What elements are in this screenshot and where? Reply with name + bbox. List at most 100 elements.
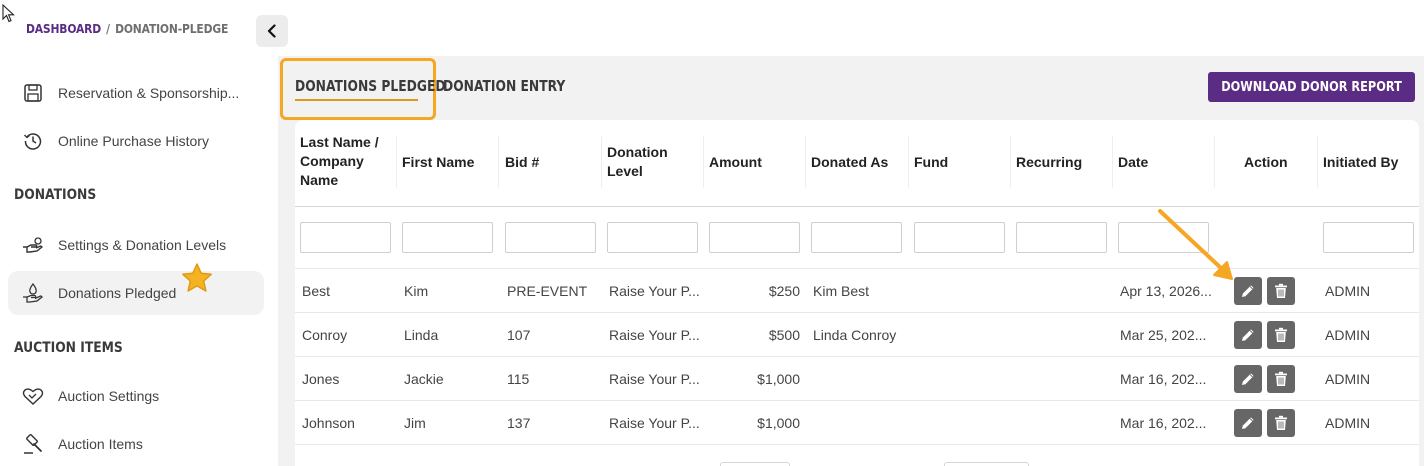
gavel-icon xyxy=(20,431,46,457)
cell-amount: $500 xyxy=(768,327,800,343)
column-header-initiated-by[interactable]: Initiated By xyxy=(1323,153,1398,172)
column-divider xyxy=(1010,136,1011,188)
trash-icon xyxy=(1275,327,1287,342)
pencil-icon xyxy=(1242,329,1254,341)
delete-button[interactable] xyxy=(1267,409,1295,437)
cell-date: Mar 16, 202... xyxy=(1120,415,1207,431)
pencil-icon xyxy=(1242,285,1254,297)
filter-fund-input[interactable] xyxy=(914,222,1005,253)
filter-donated-as-input[interactable] xyxy=(811,222,902,253)
handshake-heart-icon xyxy=(20,383,46,409)
column-header-donation-level[interactable]: Donation Level xyxy=(607,143,687,181)
sidebar-item-auction-items[interactable]: Auction Items xyxy=(8,422,264,466)
cell-donation-level: Raise Your P... xyxy=(609,415,700,431)
cell-last-name: Johnson xyxy=(302,415,355,431)
column-divider xyxy=(1214,136,1215,188)
column-header-last-name[interactable]: Last Name / Company Name xyxy=(300,133,392,190)
cell-donation-level: Raise Your P... xyxy=(609,283,700,299)
cell-initiated-by: ADMIN xyxy=(1325,283,1371,299)
column-header-fund[interactable]: Fund xyxy=(914,153,948,172)
hand-droplet-icon xyxy=(20,280,46,306)
edit-button[interactable] xyxy=(1234,365,1262,393)
mouse-cursor-icon xyxy=(2,4,15,23)
column-header-amount[interactable]: Amount xyxy=(709,153,762,172)
filter-initiated-by-input[interactable] xyxy=(1323,222,1414,253)
delete-button[interactable] xyxy=(1267,365,1295,393)
sidebar-item-settings-donation-levels[interactable]: Settings & Donation Levels xyxy=(8,223,264,267)
sidebar-item-auction-settings[interactable]: Auction Settings xyxy=(8,374,264,418)
sidebar-item-donations-pledged[interactable]: Donations Pledged xyxy=(8,271,264,315)
pencil-icon xyxy=(1242,373,1254,385)
row-divider xyxy=(295,268,1419,269)
sidebar-item-label: Online Purchase History xyxy=(58,133,209,149)
cell-first-name: Jackie xyxy=(404,371,444,387)
filter-recurring-input[interactable] xyxy=(1016,222,1107,253)
download-donor-report-button[interactable]: DOWNLOAD DONOR REPORT xyxy=(1208,72,1415,102)
column-divider xyxy=(805,136,806,188)
column-header-first-name[interactable]: First Name xyxy=(402,153,474,172)
column-header-date[interactable]: Date xyxy=(1118,153,1148,172)
breadcrumb-dashboard-link[interactable]: DASHBOARD xyxy=(26,21,101,36)
cell-date: Apr 13, 2026... xyxy=(1120,283,1212,299)
tab-donation-entry[interactable]: DONATION ENTRY xyxy=(443,77,565,95)
section-title-auction-items: AUCTION ITEMS xyxy=(14,340,123,356)
hand-coin-icon xyxy=(20,232,46,258)
pager-control[interactable] xyxy=(720,462,790,466)
cell-last-name: Jones xyxy=(302,371,340,387)
pencil-icon xyxy=(1242,417,1254,429)
column-divider xyxy=(703,136,704,188)
row-divider xyxy=(295,312,1419,313)
filter-first-name-input[interactable] xyxy=(402,222,493,253)
filter-donation-level-input[interactable] xyxy=(607,222,698,253)
annotation-arrow-icon xyxy=(1158,209,1233,280)
edit-button[interactable] xyxy=(1234,409,1262,437)
cell-date: Mar 25, 202... xyxy=(1120,327,1207,343)
column-divider xyxy=(601,136,602,188)
filter-last-name-input[interactable] xyxy=(300,222,391,253)
tab-donations-pledged[interactable]: DONATIONS PLEDGED xyxy=(295,77,446,95)
column-divider xyxy=(498,136,499,188)
cell-amount: $1,000 xyxy=(757,371,800,387)
column-header-donated-as[interactable]: Donated As xyxy=(811,153,888,172)
sidebar-item-label: Auction Items xyxy=(58,436,143,452)
column-header-bid[interactable]: Bid # xyxy=(505,153,539,172)
row-divider xyxy=(295,400,1419,401)
breadcrumb-separator: / xyxy=(106,21,110,36)
filter-amount-input[interactable] xyxy=(709,222,800,253)
column-divider xyxy=(396,136,397,188)
top-bar xyxy=(278,0,1424,56)
sidebar-item-reservation-sponsorship[interactable]: Reservation & Sponsorship... xyxy=(8,71,264,115)
cell-bid: 107 xyxy=(507,327,531,343)
column-divider xyxy=(1317,136,1318,188)
cell-last-name: Best xyxy=(302,283,331,299)
sidebar-item-online-purchase-history[interactable]: Online Purchase History xyxy=(8,119,264,163)
pager-control[interactable] xyxy=(944,462,1029,466)
collapse-sidebar-button[interactable] xyxy=(256,15,288,47)
trash-icon xyxy=(1275,371,1287,386)
floppy-disk-icon xyxy=(20,80,46,106)
column-header-recurring[interactable]: Recurring xyxy=(1016,153,1082,172)
download-button-label: DOWNLOAD DONOR REPORT xyxy=(1221,79,1402,95)
cell-donated-as: Linda Conroy xyxy=(813,327,897,343)
sidebar-item-label: Donations Pledged xyxy=(58,285,177,301)
star-highlight-icon xyxy=(182,263,212,292)
cell-last-name: Conroy xyxy=(302,327,348,343)
section-title-donations: DONATIONS xyxy=(14,187,97,203)
cell-first-name: Jim xyxy=(404,415,426,431)
history-clock-icon xyxy=(20,128,46,154)
column-divider xyxy=(1112,136,1113,188)
column-header-action: Action xyxy=(1244,154,1288,170)
delete-button[interactable] xyxy=(1267,277,1295,305)
breadcrumb-current: DONATION-PLEDGE xyxy=(115,21,229,36)
edit-button[interactable] xyxy=(1234,321,1262,349)
trash-icon xyxy=(1275,415,1287,430)
sidebar-item-label: Reservation & Sponsorship... xyxy=(58,85,240,101)
cell-bid: PRE-EVENT xyxy=(507,283,588,299)
filter-bid-input[interactable] xyxy=(505,222,596,253)
cell-first-name: Kim xyxy=(404,283,429,299)
cell-initiated-by: ADMIN xyxy=(1325,371,1371,387)
cell-first-name: Linda xyxy=(404,327,439,343)
cell-bid: 137 xyxy=(507,415,531,431)
active-tab-underline xyxy=(295,99,418,101)
delete-button[interactable] xyxy=(1267,321,1295,349)
